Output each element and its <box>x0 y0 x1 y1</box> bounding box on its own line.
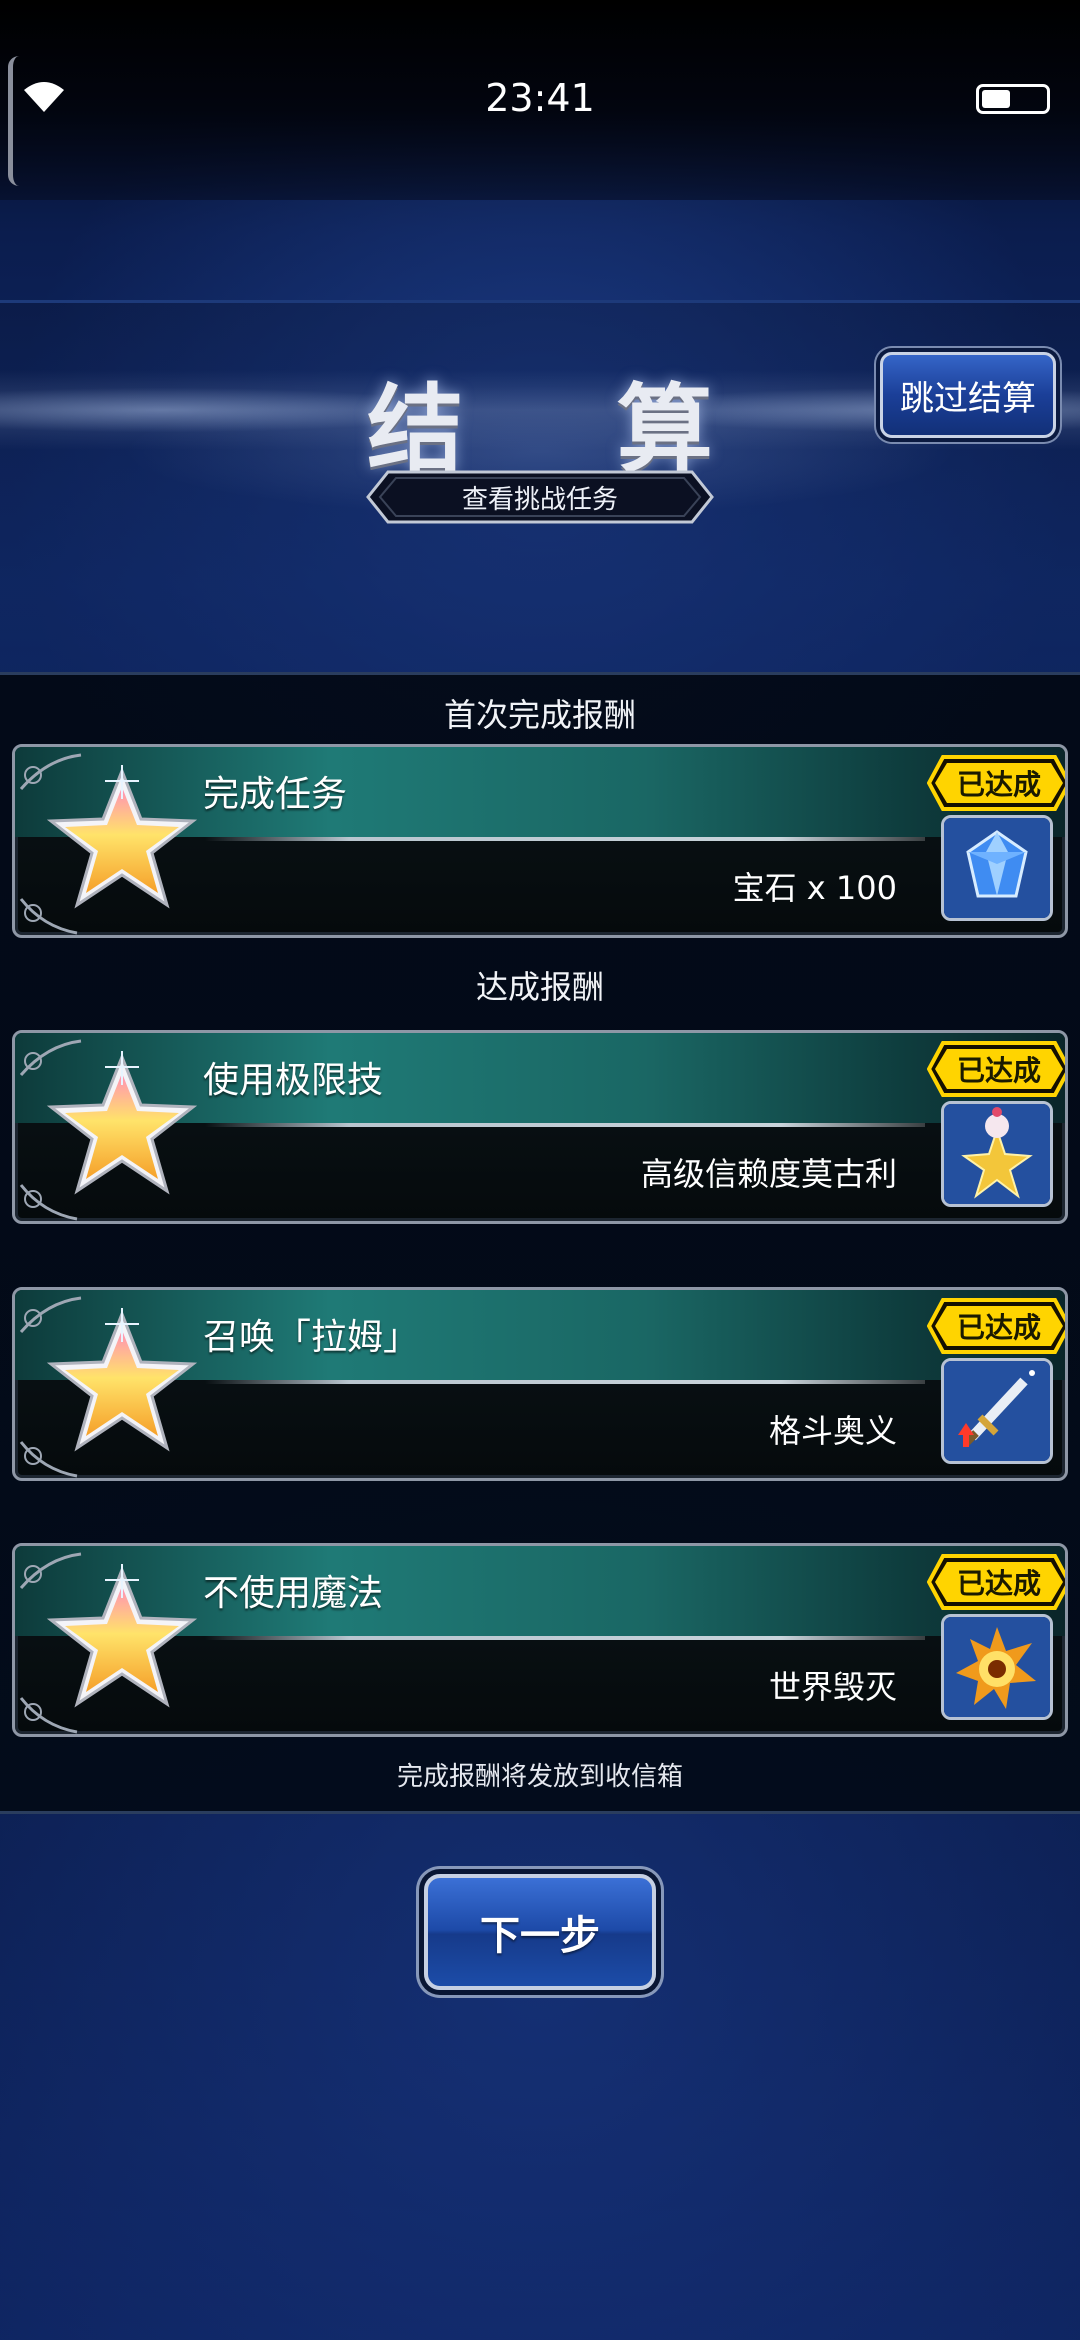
mission-title: 不使用魔法 <box>203 1573 384 1614</box>
star-icon <box>47 765 197 909</box>
card-divider <box>205 837 925 841</box>
achieved-label: 已达成 <box>956 1054 1041 1087</box>
reward-name: 宝石 x 100 <box>732 869 897 907</box>
reward-item[interactable] <box>941 815 1053 921</box>
reward-name: 世界毁灭 <box>768 1668 897 1706</box>
skip-results-button[interactable]: 跳过结算 <box>880 352 1056 438</box>
achieved-label: 已达成 <box>956 1567 1041 1600</box>
card-divider <box>205 1636 925 1640</box>
battery-icon <box>976 84 1050 114</box>
view-challenge-missions-button[interactable]: 查看挑战任务 <box>366 470 714 524</box>
mailbox-note: 完成报酬将发放到收信箱 <box>396 1762 683 1792</box>
mission-title: 完成任务 <box>203 774 348 815</box>
achieved-badge: 已达成 <box>927 1041 1065 1097</box>
clock: 23:41 <box>485 76 595 120</box>
mission-card: 召唤「拉姆」格斗奥义 已达成 <box>12 1287 1068 1481</box>
reward-item[interactable] <box>941 1101 1053 1207</box>
achieved-label: 已达成 <box>956 768 1041 801</box>
achievement-reward-label: 达成报酬 <box>475 968 604 1006</box>
battery-level <box>982 90 1010 108</box>
achieved-badge: 已达成 <box>927 755 1065 811</box>
card-divider <box>205 1123 925 1127</box>
reward-item[interactable] <box>941 1358 1053 1464</box>
card-divider <box>205 1380 925 1384</box>
reward-item[interactable] <box>941 1614 1053 1720</box>
reward-name: 高级信赖度莫古利 <box>640 1155 897 1193</box>
results-screen: 23:41 结 算 跳过结算 查看挑战任务 首次完成报酬 达成报酬 完成任务 宝石… <box>0 0 1080 2340</box>
status-bar: 23:41 <box>0 0 1080 200</box>
next-button[interactable]: 下一步 <box>424 1874 656 1990</box>
mission-title: 召唤「拉姆」 <box>203 1317 420 1358</box>
star-icon <box>47 1308 197 1452</box>
star-icon <box>47 1564 197 1708</box>
mission-card: 不使用魔法世界毁灭 已达成 <box>12 1543 1068 1737</box>
star-icon <box>47 1051 197 1195</box>
mission-card: 完成任务宝石 x 100 已达成 <box>12 744 1068 938</box>
mission-title: 使用极限技 <box>203 1060 384 1101</box>
challenge-tab-label: 查看挑战任务 <box>461 484 618 515</box>
first-clear-reward-label: 首次完成报酬 <box>443 696 636 734</box>
achieved-badge: 已达成 <box>927 1298 1065 1354</box>
reward-name: 格斗奥义 <box>768 1412 897 1450</box>
achieved-badge: 已达成 <box>927 1554 1065 1610</box>
achieved-label: 已达成 <box>956 1311 1041 1344</box>
mission-card: 使用极限技高级信赖度莫古利 已达成 <box>12 1030 1068 1224</box>
